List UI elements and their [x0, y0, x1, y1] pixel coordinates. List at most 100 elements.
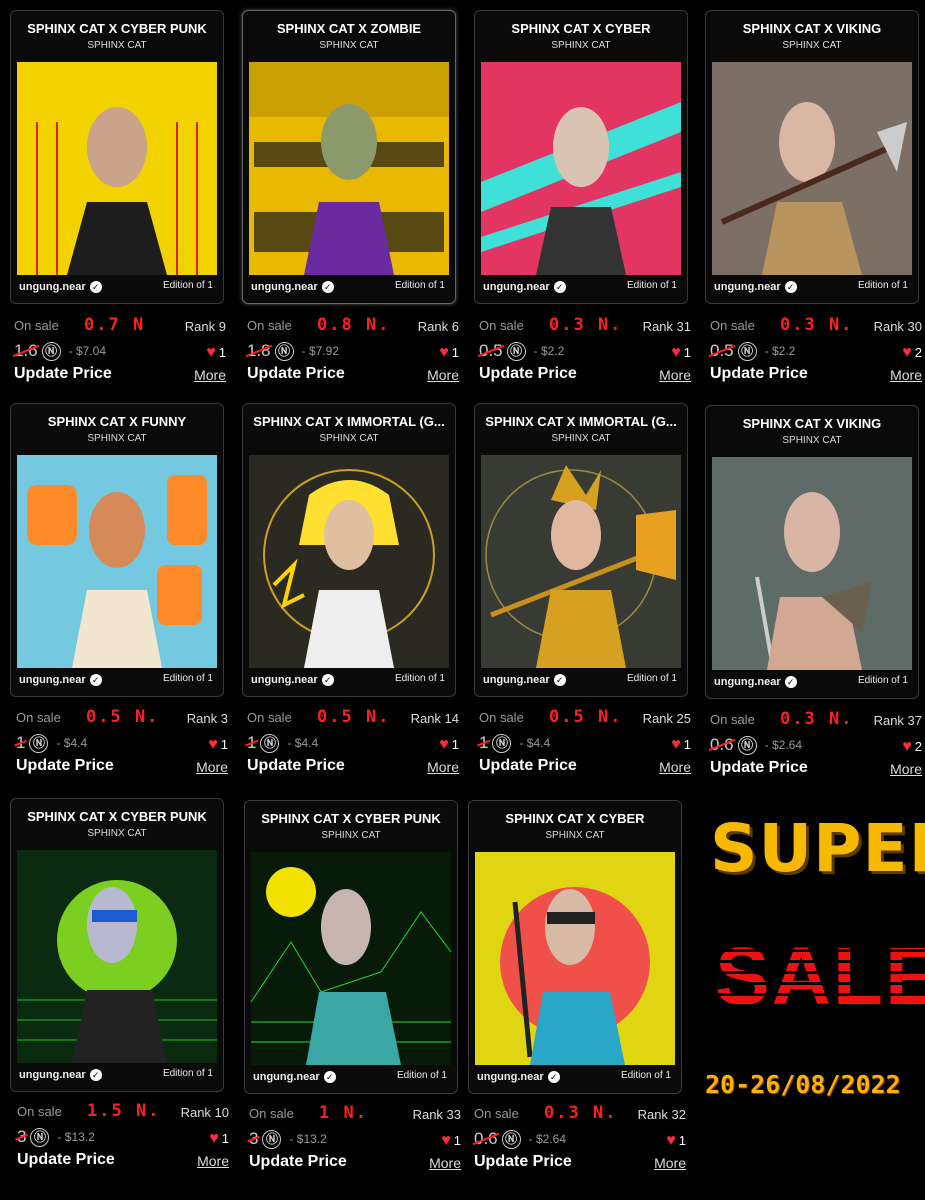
card-info: On sale 0.5 N. Rank 14 1 Ⓝ - $4.4 ♥ 1 Updat… [247, 707, 459, 790]
card-info: On sale 1 N. Rank 33 3 Ⓝ - $13.2 ♥ 1 Update… [249, 1103, 461, 1186]
on-sale-label: On sale [16, 710, 61, 725]
owner[interactable]: ungung.near ✓ [251, 281, 334, 293]
more-link[interactable]: More [654, 1155, 686, 1171]
verified-icon: ✓ [553, 674, 566, 686]
likes[interactable]: ♥ 1 [671, 344, 691, 362]
more-link[interactable]: More [659, 759, 691, 775]
nft-card[interactable]: SPHINX CAT X CYBER SPHINX CAT ungung.nea… [468, 800, 682, 1094]
new-price-annotation: 0.5 N. [549, 707, 623, 727]
old-price: 0.5 [479, 341, 503, 360]
nft-card[interactable]: SPHINX CAT X VIKING SPHINX CAT ungung.ne… [705, 405, 919, 699]
likes[interactable]: ♥ 1 [439, 344, 459, 362]
edition-label: Edition of 1 [620, 1070, 671, 1081]
nft-image[interactable] [13, 850, 221, 1063]
nft-card[interactable]: SPHINX CAT X CYBER PUNK SPHINX CAT ungun… [10, 798, 224, 1092]
update-price-button[interactable]: Update Price [474, 1153, 572, 1171]
owner[interactable]: ungung.near ✓ [19, 1069, 102, 1081]
on-sale-label: On sale [247, 710, 292, 725]
likes[interactable]: ♥ 1 [209, 1130, 229, 1148]
card-info: On sale 1.5 N. Rank 10 3 Ⓝ - $13.2 ♥ 1 Upda… [17, 1101, 229, 1184]
owner[interactable]: ungung.near ✓ [251, 674, 334, 686]
edition-label: Edition of 1 [162, 673, 213, 684]
owner[interactable]: ungung.near ✓ [483, 674, 566, 686]
verified-icon: ✓ [89, 1069, 102, 1081]
more-link[interactable]: More [197, 1153, 229, 1169]
nft-card[interactable]: SPHINX CAT X CYBER PUNK SPHINX CAT ungun… [10, 10, 224, 304]
nft-image[interactable] [471, 852, 679, 1065]
more-link[interactable]: More [427, 759, 459, 775]
collection-name: SPHINX CAT [87, 433, 147, 444]
more-link[interactable]: More [429, 1155, 461, 1171]
collection-name: SPHINX CAT [319, 40, 379, 51]
more-link[interactable]: More [890, 367, 922, 383]
nft-image[interactable] [245, 455, 453, 668]
price: 0.5 Ⓝ - $2.2 [479, 341, 564, 361]
likes[interactable]: ♥ 2 [902, 344, 922, 362]
nft-image[interactable] [245, 62, 453, 275]
nft-image[interactable] [13, 455, 221, 668]
new-price-annotation: 0.8 N. [317, 315, 391, 335]
update-price-button[interactable]: Update Price [710, 365, 808, 383]
likes[interactable]: ♥ 1 [206, 344, 226, 362]
more-link[interactable]: More [196, 759, 228, 775]
nft-image[interactable] [708, 62, 916, 275]
near-icon: Ⓝ [737, 341, 757, 361]
nft-image[interactable] [477, 455, 685, 668]
on-sale-label: On sale [710, 712, 755, 727]
likes[interactable]: ♥ 1 [666, 1132, 686, 1150]
likes[interactable]: ♥ 2 [902, 738, 922, 756]
nft-card[interactable]: SPHINX CAT X IMMORTAL (G... SPHINX CAT u… [242, 403, 456, 697]
nft-image[interactable] [247, 852, 455, 1065]
likes[interactable]: ♥ 1 [439, 736, 459, 754]
card-title: SPHINX CAT X CYBER [511, 21, 651, 36]
nft-image[interactable] [708, 457, 916, 670]
near-icon: Ⓝ [260, 733, 280, 753]
likes[interactable]: ♥ 1 [441, 1132, 461, 1150]
nft-card[interactable]: SPHINX CAT X IMMORTAL (G... SPHINX CAT u… [474, 403, 688, 697]
nft-card[interactable]: SPHINX CAT X CYBER SPHINX CAT ungung.nea… [474, 10, 688, 304]
likes[interactable]: ♥ 1 [208, 736, 228, 754]
card-info: On sale 0.7 N Rank 9 1.6 Ⓝ - $7.04 ♥ 1 Upda… [14, 315, 226, 398]
update-price-button[interactable]: Update Price [247, 757, 345, 775]
old-price: 1 [16, 733, 26, 752]
owner[interactable]: ungung.near ✓ [714, 676, 797, 688]
super-sale-banner: SUPER SALE 20-26/08/2022 [700, 790, 925, 1120]
usd-price: - $2.64 [528, 1132, 566, 1146]
owner[interactable]: ungung.near ✓ [483, 281, 566, 293]
update-price-button[interactable]: Update Price [14, 365, 112, 383]
owner[interactable]: ungung.near ✓ [19, 674, 102, 686]
nft-card[interactable]: SPHINX CAT X CYBER PUNK SPHINX CAT ungun… [244, 800, 458, 1094]
near-icon: Ⓝ [30, 1127, 50, 1147]
on-sale-label: On sale [249, 1106, 294, 1121]
heart-icon: ♥ [441, 1132, 451, 1149]
edition-label: Edition of 1 [626, 673, 677, 684]
new-price-annotation: 0.3 N. [780, 709, 854, 729]
more-link[interactable]: More [427, 367, 459, 383]
rank-label: Rank 14 [410, 711, 459, 726]
nft-image[interactable] [477, 62, 685, 275]
more-link[interactable]: More [890, 761, 922, 777]
nft-card[interactable]: SPHINX CAT X ZOMBIE SPHINX CAT ungung.ne… [242, 10, 456, 304]
update-price-button[interactable]: Update Price [247, 365, 345, 383]
promo-dates: 20-26/08/2022 [705, 1070, 901, 1099]
nft-card[interactable]: SPHINX CAT X FUNNY SPHINX CAT ungung.nea… [10, 403, 224, 697]
update-price-button[interactable]: Update Price [479, 365, 577, 383]
update-price-button[interactable]: Update Price [16, 757, 114, 775]
edition-label: Edition of 1 [162, 280, 213, 291]
usd-price: - $13.2 [57, 1130, 95, 1144]
update-price-button[interactable]: Update Price [17, 1151, 115, 1169]
owner[interactable]: ungung.near ✓ [19, 281, 102, 293]
update-price-button[interactable]: Update Price [249, 1153, 347, 1171]
update-price-button[interactable]: Update Price [479, 757, 577, 775]
update-price-button[interactable]: Update Price [710, 759, 808, 777]
owner[interactable]: ungung.near ✓ [714, 281, 797, 293]
more-link[interactable]: More [659, 367, 691, 383]
nft-card[interactable]: SPHINX CAT X VIKING SPHINX CAT ungung.ne… [705, 10, 919, 304]
usd-price: - $4.4 [287, 736, 319, 750]
verified-icon: ✓ [784, 676, 797, 688]
likes[interactable]: ♥ 1 [671, 736, 691, 754]
owner[interactable]: ungung.near ✓ [253, 1071, 336, 1083]
nft-image[interactable] [13, 62, 221, 275]
more-link[interactable]: More [194, 367, 226, 383]
owner[interactable]: ungung.near ✓ [477, 1071, 560, 1083]
